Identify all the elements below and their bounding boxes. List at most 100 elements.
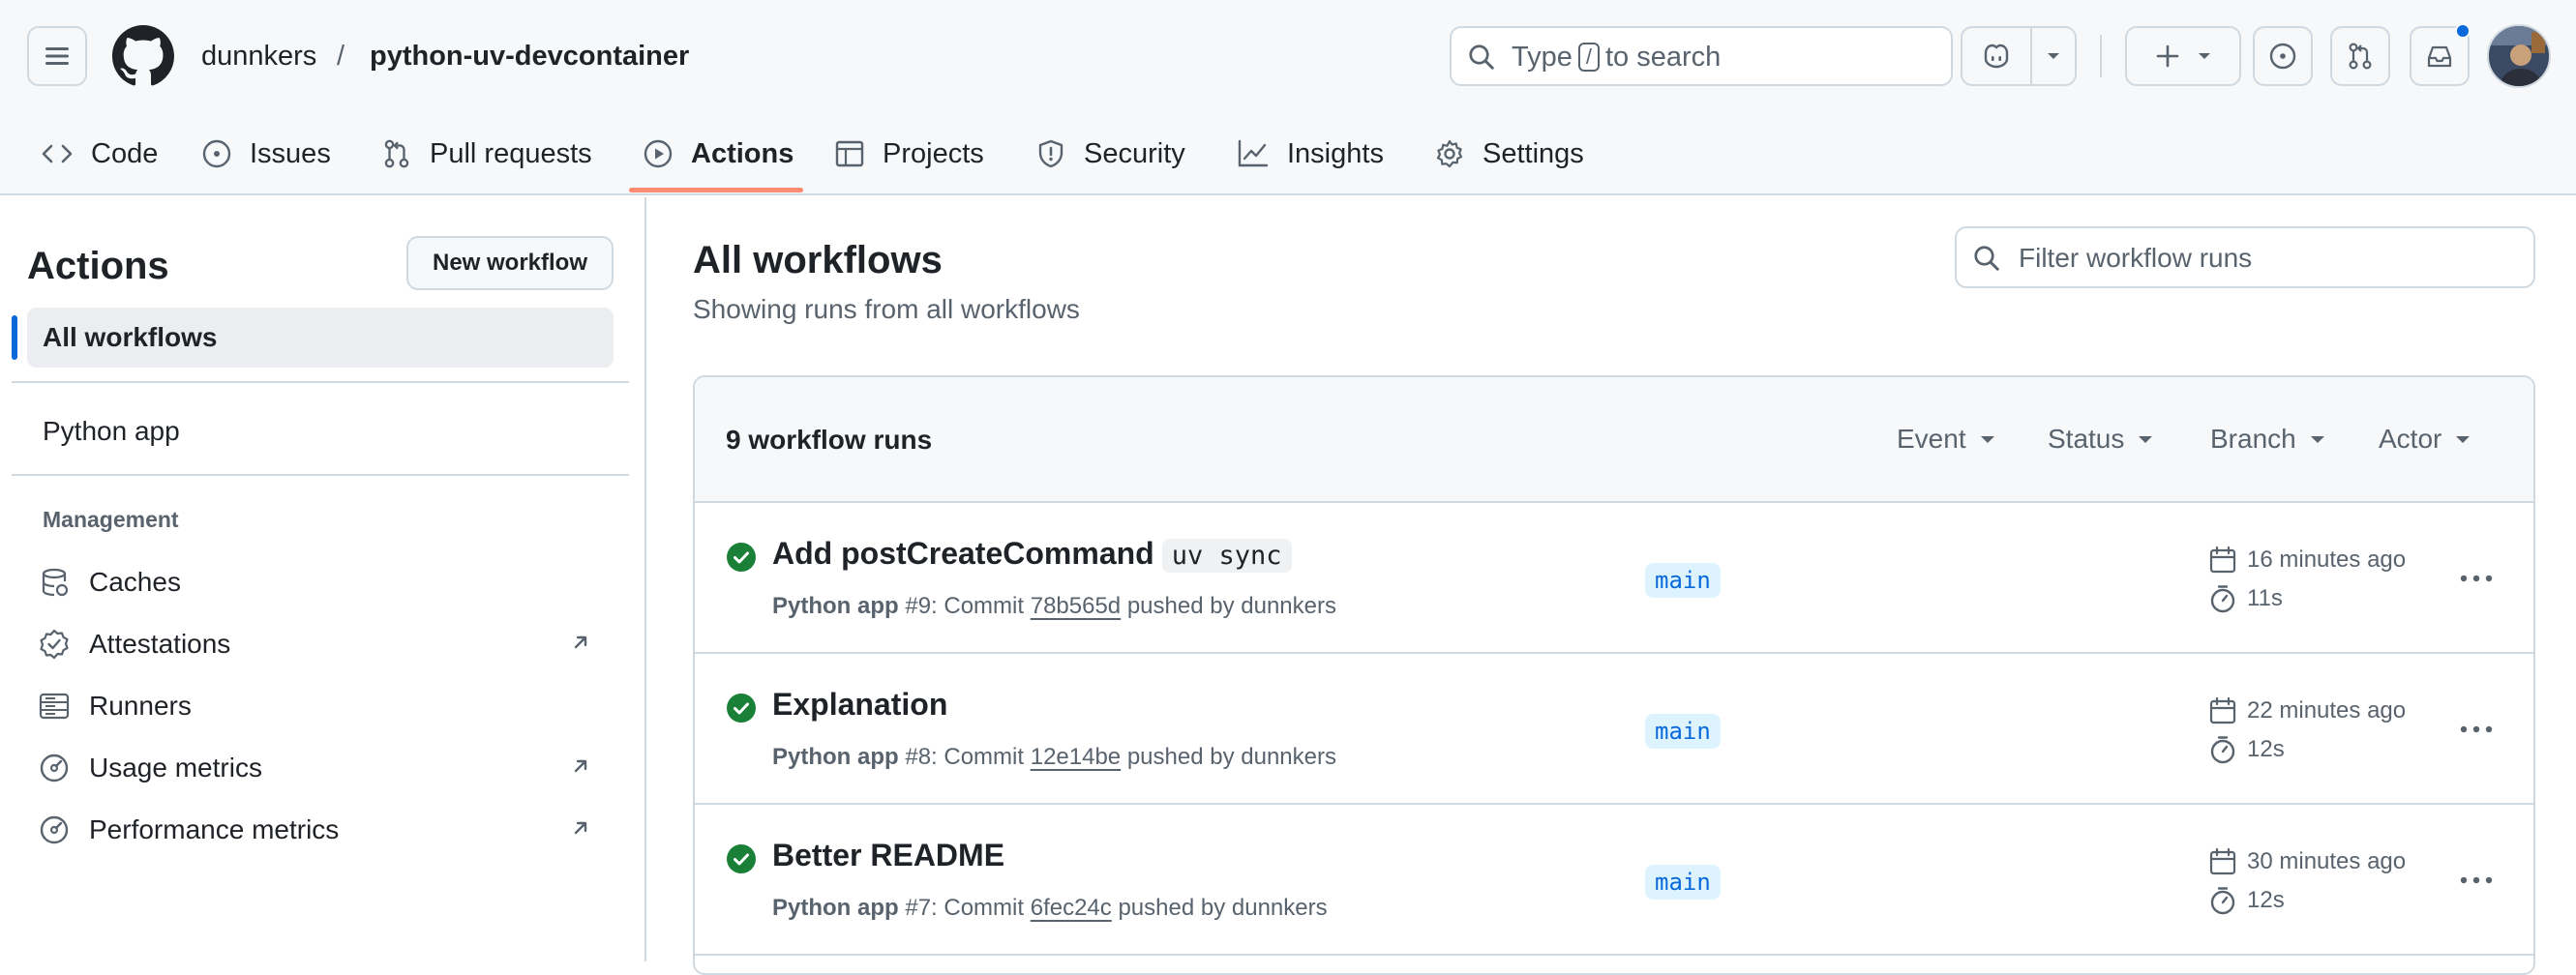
- run-pusher: pushed by dunnkers: [1126, 744, 1336, 770]
- menu-button[interactable]: [27, 26, 87, 86]
- tab-pull-requests[interactable]: Pull requests: [381, 128, 592, 180]
- git-pull-request-icon: [384, 139, 409, 168]
- arrow-up-right-icon: [574, 821, 587, 835]
- code-icon: [42, 144, 73, 163]
- run-title-link[interactable]: Add postCreateCommand uv sync: [772, 534, 1292, 576]
- run-actions-menu-button[interactable]: [2452, 865, 2501, 896]
- run-timestamp: 30 minutes ago: [2208, 847, 2406, 876]
- sidebar-item-runners[interactable]: Runners: [39, 687, 600, 725]
- sidebar-item-python-app[interactable]: Python app: [43, 414, 180, 449]
- dropdown-label: Event: [1897, 424, 1966, 454]
- tab-label: Settings: [1483, 137, 1584, 169]
- run-duration-value: 11s: [2247, 585, 2283, 611]
- workflow-name: Python app: [772, 744, 899, 770]
- management-heading: Management: [43, 507, 179, 532]
- gear-icon: [1436, 139, 1463, 168]
- commit-sha-link[interactable]: 6fec24c: [1031, 895, 1112, 921]
- sidebar-item-caches[interactable]: Caches: [39, 563, 600, 602]
- tab-settings[interactable]: Settings: [1434, 128, 1584, 180]
- commit-sha-link[interactable]: 12e14be: [1031, 744, 1121, 770]
- triangle-down-icon: [2199, 53, 2210, 59]
- run-title-link[interactable]: Better README: [772, 836, 1004, 874]
- branch-label[interactable]: main: [1645, 714, 1721, 749]
- run-actions-menu-button[interactable]: [2452, 714, 2501, 745]
- run-actions-menu-button[interactable]: [2452, 563, 2501, 594]
- kebab-horizontal-icon: [2460, 725, 2493, 733]
- copilot-button[interactable]: [1962, 28, 2032, 84]
- user-avatar[interactable]: [2487, 24, 2551, 88]
- sidebar-title: Actions: [27, 245, 169, 287]
- tab-actions[interactable]: Actions: [643, 128, 794, 180]
- breadcrumb-repo[interactable]: python-uv-devcontainer: [370, 37, 689, 75]
- tab-code[interactable]: Code: [41, 128, 158, 180]
- sidebar-item-attestations[interactable]: Attestations: [39, 625, 600, 664]
- event-filter-dropdown[interactable]: Event: [1897, 422, 1995, 457]
- status-filter-dropdown[interactable]: Status: [2048, 422, 2153, 457]
- branch-label[interactable]: main: [1645, 865, 1721, 900]
- triangle-down-icon: [2139, 435, 2153, 443]
- calendar-icon: [2209, 696, 2236, 724]
- actions-sidebar: Actions New workflow All workflows Pytho…: [0, 197, 644, 961]
- kebab-horizontal-icon: [2460, 876, 2493, 884]
- branch-label[interactable]: main: [1645, 563, 1721, 598]
- global-search-input[interactable]: Type / to search: [1450, 26, 1953, 86]
- sidebar-item-label: Performance metrics: [89, 814, 340, 844]
- tab-insights[interactable]: Insights: [1237, 128, 1384, 180]
- github-logo-icon[interactable]: [112, 25, 174, 87]
- run-number: #8: Commit: [905, 744, 1025, 770]
- breadcrumb-owner[interactable]: dunnkers: [201, 37, 316, 75]
- filter-workflow-runs-input[interactable]: Filter workflow runs: [1955, 226, 2535, 288]
- workflow-run-row[interactable]: Explanation Python app #8: Commit 12e14b…: [695, 654, 2533, 805]
- actor-filter-dropdown[interactable]: Actor: [2379, 422, 2471, 457]
- calendar-icon: [2209, 847, 2236, 875]
- copilot-menu-button[interactable]: [2032, 28, 2075, 84]
- branch-filter-dropdown[interactable]: Branch: [2210, 422, 2325, 457]
- run-duration: 12s: [2208, 735, 2285, 764]
- workflow-run-row[interactable]: Better README Python app #7: Commit 6fec…: [695, 805, 2533, 956]
- tab-label: Security: [1084, 137, 1185, 169]
- run-pusher: pushed by dunnkers: [1118, 895, 1328, 921]
- search-hint-prefix: Type: [1512, 42, 1573, 73]
- create-new-button[interactable]: [2125, 26, 2241, 86]
- run-duration-value: 12s: [2247, 887, 2285, 913]
- run-duration-value: 12s: [2247, 736, 2285, 762]
- tab-projects[interactable]: Projects: [834, 128, 984, 180]
- breadcrumb-separator: /: [337, 41, 345, 72]
- sidebar-item-performance-metrics[interactable]: Performance metrics: [39, 811, 600, 849]
- run-timestamp: 22 minutes ago: [2208, 696, 2406, 725]
- run-number: #7: Commit: [905, 895, 1025, 921]
- selected-item-marker: [12, 315, 17, 360]
- run-time-ago: 16 minutes ago: [2247, 547, 2407, 573]
- issue-opened-icon: [202, 139, 231, 168]
- run-meta: Python app #9: Commit 78b565d pushed by …: [772, 592, 1336, 621]
- sidebar-item-usage-metrics[interactable]: Usage metrics: [39, 749, 600, 787]
- tab-label: Actions: [691, 137, 794, 169]
- calendar-icon: [2209, 546, 2236, 574]
- dropdown-label: Status: [2048, 424, 2125, 454]
- run-duration: 12s: [2208, 886, 2285, 915]
- your-issues-button[interactable]: [2253, 26, 2313, 86]
- run-title-link[interactable]: Explanation: [772, 685, 947, 724]
- check-circle-fill-icon: [727, 694, 756, 723]
- git-pull-request-icon: [2349, 43, 2372, 70]
- run-duration: 11s: [2208, 584, 2283, 613]
- tab-issues[interactable]: Issues: [201, 128, 331, 180]
- new-workflow-button[interactable]: New workflow: [406, 236, 614, 290]
- tab-label: Issues: [250, 137, 331, 169]
- workflow-run-row[interactable]: Add postCreateCommand uv sync Python app …: [695, 503, 2533, 654]
- sidebar-item-all-workflows[interactable]: All workflows: [27, 308, 614, 368]
- sidebar-item-label: All workflows: [43, 322, 218, 352]
- commit-sha-link[interactable]: 78b565d: [1031, 593, 1121, 619]
- copilot-button-group: [1961, 26, 2077, 86]
- triangle-down-icon: [2048, 53, 2059, 59]
- global-header: dunnkers / python-uv-devcontainer Type / t…: [0, 0, 2576, 195]
- stopwatch-icon: [2210, 736, 2235, 764]
- meter-icon: [40, 753, 69, 783]
- tab-security[interactable]: Security: [1035, 128, 1185, 180]
- verified-icon: [40, 629, 69, 660]
- page-title: All workflows: [693, 239, 943, 281]
- your-pull-requests-button[interactable]: [2330, 26, 2390, 86]
- search-icon: [1469, 44, 1494, 70]
- shield-icon: [1038, 139, 1063, 168]
- workflow-name: Python app: [772, 593, 899, 619]
